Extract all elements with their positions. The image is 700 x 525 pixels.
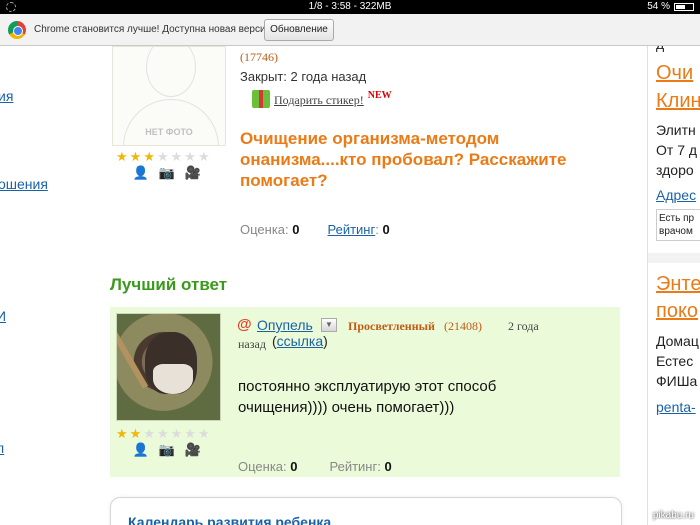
best-answer-card: ★ ★ ★ ★ ★ ★ ★ 👤 📷 🎥 @ Опупель ▼ Просветленный … (110, 307, 620, 477)
answer-source: (ссылка) (272, 333, 328, 349)
ad1-note-line1: Есть пр (659, 213, 695, 224)
question-closed-status: Закрыт: 2 года назад (240, 69, 367, 84)
score-label: Оценка: (240, 222, 289, 237)
ad2-text-line2: Естес (656, 353, 694, 369)
battery-percent: 54 % (647, 1, 670, 12)
answer-time: 2 года (508, 319, 539, 333)
ad1-note-line2: врачом (659, 226, 693, 237)
device-status-bar: 1/8 - 3:58 - 322MB 54 % (0, 0, 700, 14)
best-answer-heading: Лучший ответ (110, 275, 228, 294)
rating-value: 0 (382, 222, 390, 237)
ad1-address-link[interactable]: Адрес (656, 187, 696, 203)
ad1-note-box[interactable]: Есть пр врачом (656, 209, 700, 241)
star-empty-icon: ★ (143, 426, 155, 441)
battery-status: 54 % (647, 0, 694, 14)
star-empty-icon: ★ (197, 426, 210, 441)
question-card: НЕТ ФОТО ★ ★ ★ ★ ★ ★ ★ 👤 📷 🎥 (17746) Закрыт: 2… (110, 46, 622, 246)
chrome-icon (8, 21, 26, 39)
answer-rating-value: 0 (384, 459, 392, 474)
ad2-link[interactable]: penta- (656, 399, 696, 415)
star-filled-icon: ★ (129, 149, 142, 164)
user-profile-icon[interactable]: 👤 (132, 442, 150, 458)
user-photo-placeholder[interactable]: НЕТ ФОТО (112, 46, 226, 146)
ad2-title-line2[interactable]: поко (656, 300, 698, 323)
answer-time-suffix: назад (238, 337, 266, 351)
left-nav-link-4[interactable]: л (0, 440, 4, 456)
mail-at-icon[interactable]: @ (237, 316, 252, 333)
watermark: pikabu.ru (652, 510, 694, 521)
new-badge: NEW (367, 90, 392, 101)
rating-link[interactable]: Рейтинг (328, 222, 376, 237)
video-camera-icon[interactable]: 🎥 (184, 442, 202, 458)
answer-author-rating-stars: ★ ★ ★ ★ ★ ★ ★ (116, 427, 210, 440)
star-empty-icon: ★ (184, 149, 196, 164)
star-filled-icon: ★ (116, 149, 128, 164)
calendar-widget: Календарь развития ребенка (110, 497, 622, 525)
no-photo-label: НЕТ ФОТО (145, 127, 193, 137)
user-profile-icon[interactable]: 👤 (132, 165, 150, 181)
ad1-text-line2: От 7 д (656, 142, 698, 158)
chevron-down-icon[interactable]: ▼ (321, 318, 337, 332)
ad2-title-line1[interactable]: Энте (656, 273, 700, 296)
star-filled-icon: ★ (116, 426, 128, 441)
left-nav-link-3[interactable]: И (0, 308, 6, 324)
gift-sticker: Подарить стикер! NEW (252, 90, 392, 108)
question-title: Очищение организма-методом онанизма....к… (240, 129, 567, 190)
left-nav-link-2[interactable]: ошения (0, 176, 48, 192)
camera-icon[interactable]: 📷 (158, 442, 176, 458)
star-empty-icon: ★ (170, 426, 183, 441)
answer-source-link[interactable]: ссылка (277, 333, 323, 349)
battery-icon (674, 3, 694, 11)
ad1-title-line1[interactable]: Очи (656, 62, 693, 85)
right-separator (648, 253, 700, 263)
star-empty-icon: ★ (184, 426, 196, 441)
status-info: 1/8 - 3:58 - 322MB (308, 1, 392, 12)
answer-author-rank: Просветленный (348, 319, 435, 333)
answer-score-value: 0 (290, 459, 298, 474)
gift-icon[interactable] (252, 90, 270, 108)
ad1-title-line2[interactable]: Клин (656, 90, 700, 113)
star-empty-icon: ★ (170, 149, 183, 164)
answer-score-label: Оценка: (238, 459, 287, 474)
answer-author-rank-count: (21408) (444, 319, 482, 333)
video-camera-icon[interactable]: 🎥 (184, 165, 202, 181)
star-empty-icon: ★ (156, 149, 169, 164)
update-message: Chrome становится лучше! Доступна новая … (34, 24, 274, 35)
score-value: 0 (292, 222, 300, 237)
gift-sticker-link[interactable]: Подарить стикер! (274, 93, 364, 108)
camera-icon[interactable]: 📷 (158, 165, 176, 181)
ad2-text-line1: Домац (656, 333, 699, 349)
answer-author-action-icons: 👤 📷 🎥 (132, 442, 202, 458)
ad1-text-line1: Элитн (656, 122, 696, 138)
question-author-count: (17746) (240, 50, 278, 64)
question-score-row: Оценка: 0 Рейтинг: 0 (240, 222, 390, 237)
answer-rating-label: Рейтинг: (329, 459, 381, 474)
right-top-fragment: д (656, 46, 664, 52)
answer-score-row: Оценка: 0 Рейтинг: 0 (238, 459, 392, 474)
right-ad-column: д Очи Клин Элитн От 7 д здоро Адрес Есть… (647, 46, 700, 525)
ad1-text-line3: здоро (656, 162, 694, 178)
calendar-title[interactable]: Календарь развития ребенка (128, 514, 331, 525)
user-rating-stars: ★ ★ ★ ★ ★ ★ ★ (116, 150, 210, 163)
ad2-text-line3: ФИШа (656, 373, 698, 389)
star-filled-icon: ★ (143, 149, 155, 164)
star-filled-icon: ★ (129, 426, 142, 441)
star-empty-icon: ★ (197, 149, 210, 164)
answer-author-avatar[interactable] (116, 313, 221, 421)
answer-author-link[interactable]: Опупель (257, 317, 313, 333)
chrome-update-infobar: Chrome становится лучше! Доступна новая … (0, 14, 700, 46)
star-empty-icon: ★ (156, 426, 169, 441)
left-nav: ия ошения И л (0, 46, 60, 525)
user-action-icons: 👤 📷 🎥 (132, 165, 202, 181)
update-button[interactable]: Обновление (264, 19, 334, 41)
left-nav-link-1[interactable]: ия (0, 88, 13, 104)
answer-text: постоянно эксплуатирую этот способ очище… (238, 378, 497, 416)
